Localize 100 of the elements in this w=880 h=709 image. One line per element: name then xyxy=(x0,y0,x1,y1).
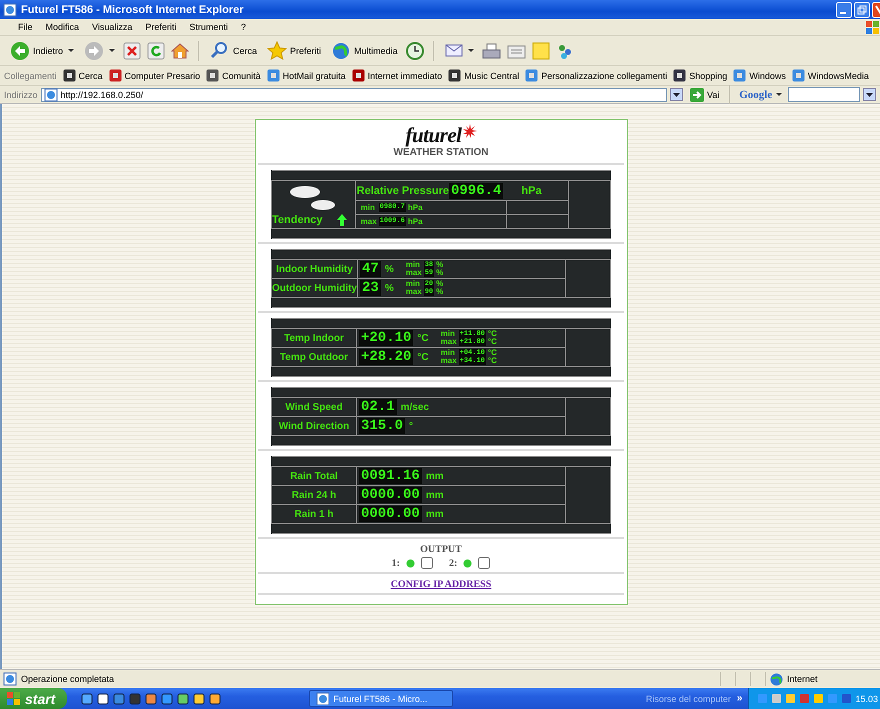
unit-label: °C xyxy=(488,357,497,365)
unit-label: % xyxy=(384,282,394,294)
config-link[interactable]: CONFIG IP ADDRESS xyxy=(390,579,492,590)
unit-label: °C xyxy=(488,338,497,346)
minmax-label: max xyxy=(440,357,457,365)
unit-label: % xyxy=(436,280,444,288)
launch-icon[interactable] xyxy=(193,692,206,704)
link[interactable]: Music Central xyxy=(448,69,520,82)
bookmark-icon xyxy=(733,69,746,82)
checkbox[interactable] xyxy=(478,557,490,569)
restore-button[interactable] xyxy=(854,2,870,18)
reading-label: Rain Total xyxy=(290,470,338,482)
address-field[interactable]: http://192.168.0.250/ xyxy=(40,88,667,102)
minmax-label: max xyxy=(440,338,457,346)
digital-display: 0000.00 xyxy=(359,487,422,503)
reading-label: Indoor Humidity xyxy=(276,264,353,274)
bookmark-icon xyxy=(62,69,76,82)
unit-label: mm xyxy=(426,490,444,500)
minmax-label: min xyxy=(406,280,421,288)
launch-icon[interactable] xyxy=(81,692,94,704)
search-button[interactable]: Cerca xyxy=(208,40,260,60)
clouds-icon xyxy=(289,183,338,213)
unit-label: °C xyxy=(488,349,497,357)
link[interactable]: Computer Presario xyxy=(108,69,200,82)
favorites-button[interactable]: Preferiti xyxy=(265,40,324,60)
search-field[interactable] xyxy=(788,87,860,102)
digital-display: +20.10 xyxy=(359,330,414,346)
page-title: WEATHER STATION xyxy=(394,147,488,158)
start-button[interactable]: start xyxy=(0,688,68,709)
home-icon[interactable] xyxy=(171,42,190,60)
logo: futurel xyxy=(405,124,462,146)
unit-label: °C xyxy=(417,352,429,362)
address-label: Indirizzo xyxy=(4,90,38,100)
link[interactable]: Personalizzazione collegamenti xyxy=(525,69,668,82)
unit-label: °C xyxy=(488,330,497,338)
more-button[interactable]: » xyxy=(730,693,748,704)
google-button[interactable]: Google xyxy=(736,88,786,100)
globe-icon xyxy=(770,672,783,686)
dropdown-icon[interactable] xyxy=(670,88,683,101)
launch-icon[interactable] xyxy=(97,692,110,704)
go-button[interactable]: Vai xyxy=(686,88,724,102)
unit-label: hPa xyxy=(408,217,423,226)
links-label: Collegamenti xyxy=(4,70,57,80)
unit-label: mm xyxy=(426,508,444,520)
zone-text: Internet xyxy=(787,674,818,684)
unit-label: % xyxy=(384,264,394,274)
digital-display: 0996.4 xyxy=(448,182,504,198)
bookmark-icon xyxy=(108,69,122,82)
globe-icon xyxy=(331,40,352,60)
unit-label: ° xyxy=(409,420,414,432)
link[interactable]: Internet immediato xyxy=(352,69,442,82)
printer-icon[interactable] xyxy=(482,42,501,58)
close-button[interactable] xyxy=(872,2,880,18)
back-button[interactable]: Indietro xyxy=(8,40,76,60)
taskbar-button[interactable]: Futurel FT586 - Micro... xyxy=(309,690,454,707)
menu-item[interactable]: ? xyxy=(240,22,246,32)
media-button[interactable]: Multimedia xyxy=(329,40,400,60)
link[interactable]: Windows xyxy=(733,69,786,82)
link[interactable]: HotMail gratuita xyxy=(266,69,346,82)
reading-label: Rain 1 h xyxy=(294,508,334,520)
reading-label: Temp Outdoor xyxy=(280,352,348,362)
link[interactable]: WindowsMedia xyxy=(792,69,869,82)
menu-item[interactable]: Preferiti xyxy=(145,22,176,32)
tendency-label: Tendency xyxy=(272,214,323,226)
bookmark-icon xyxy=(206,69,220,82)
dropdown-icon[interactable] xyxy=(863,88,876,101)
menu-item[interactable]: Strumenti xyxy=(189,22,228,32)
unit-label: % xyxy=(436,288,444,296)
edit-icon[interactable] xyxy=(506,42,526,58)
unit-label: °C xyxy=(417,332,429,344)
link[interactable]: Cerca xyxy=(62,69,103,82)
bookmark-icon xyxy=(673,69,686,82)
bookmark-icon xyxy=(448,69,462,82)
minmax-label: min xyxy=(440,349,456,357)
menu-item[interactable]: File xyxy=(18,22,33,32)
minmax-label: min xyxy=(406,261,421,269)
launch-icon[interactable] xyxy=(145,692,158,704)
reading-label: Wind Direction xyxy=(278,420,350,432)
caret-icon xyxy=(468,49,474,52)
history-icon[interactable] xyxy=(406,42,424,60)
stop-icon[interactable] xyxy=(123,42,142,60)
minmax-label: max xyxy=(406,288,422,296)
link[interactable]: Comunità xyxy=(206,69,261,82)
bookmark-icon xyxy=(525,69,538,82)
launch-icon[interactable] xyxy=(209,692,222,704)
unit-label: hPa xyxy=(408,203,423,212)
bookmark-icon xyxy=(352,69,365,82)
menu-item[interactable]: Modifica xyxy=(46,22,80,32)
menu-item[interactable]: Visualizza xyxy=(92,22,132,32)
minimize-button[interactable] xyxy=(836,2,852,18)
refresh-icon[interactable] xyxy=(147,42,166,60)
reading-label: Temp Indoor xyxy=(284,332,344,344)
link[interactable]: Shopping xyxy=(673,69,728,82)
unit-label: mm xyxy=(426,470,444,482)
digital-display: 315.0 xyxy=(359,418,406,434)
toolbar-label: Risorse del computer xyxy=(646,694,731,704)
unit-label: % xyxy=(436,269,444,277)
checkbox[interactable] xyxy=(421,557,433,569)
window-icon xyxy=(3,2,17,16)
launch-icon[interactable] xyxy=(177,692,190,704)
